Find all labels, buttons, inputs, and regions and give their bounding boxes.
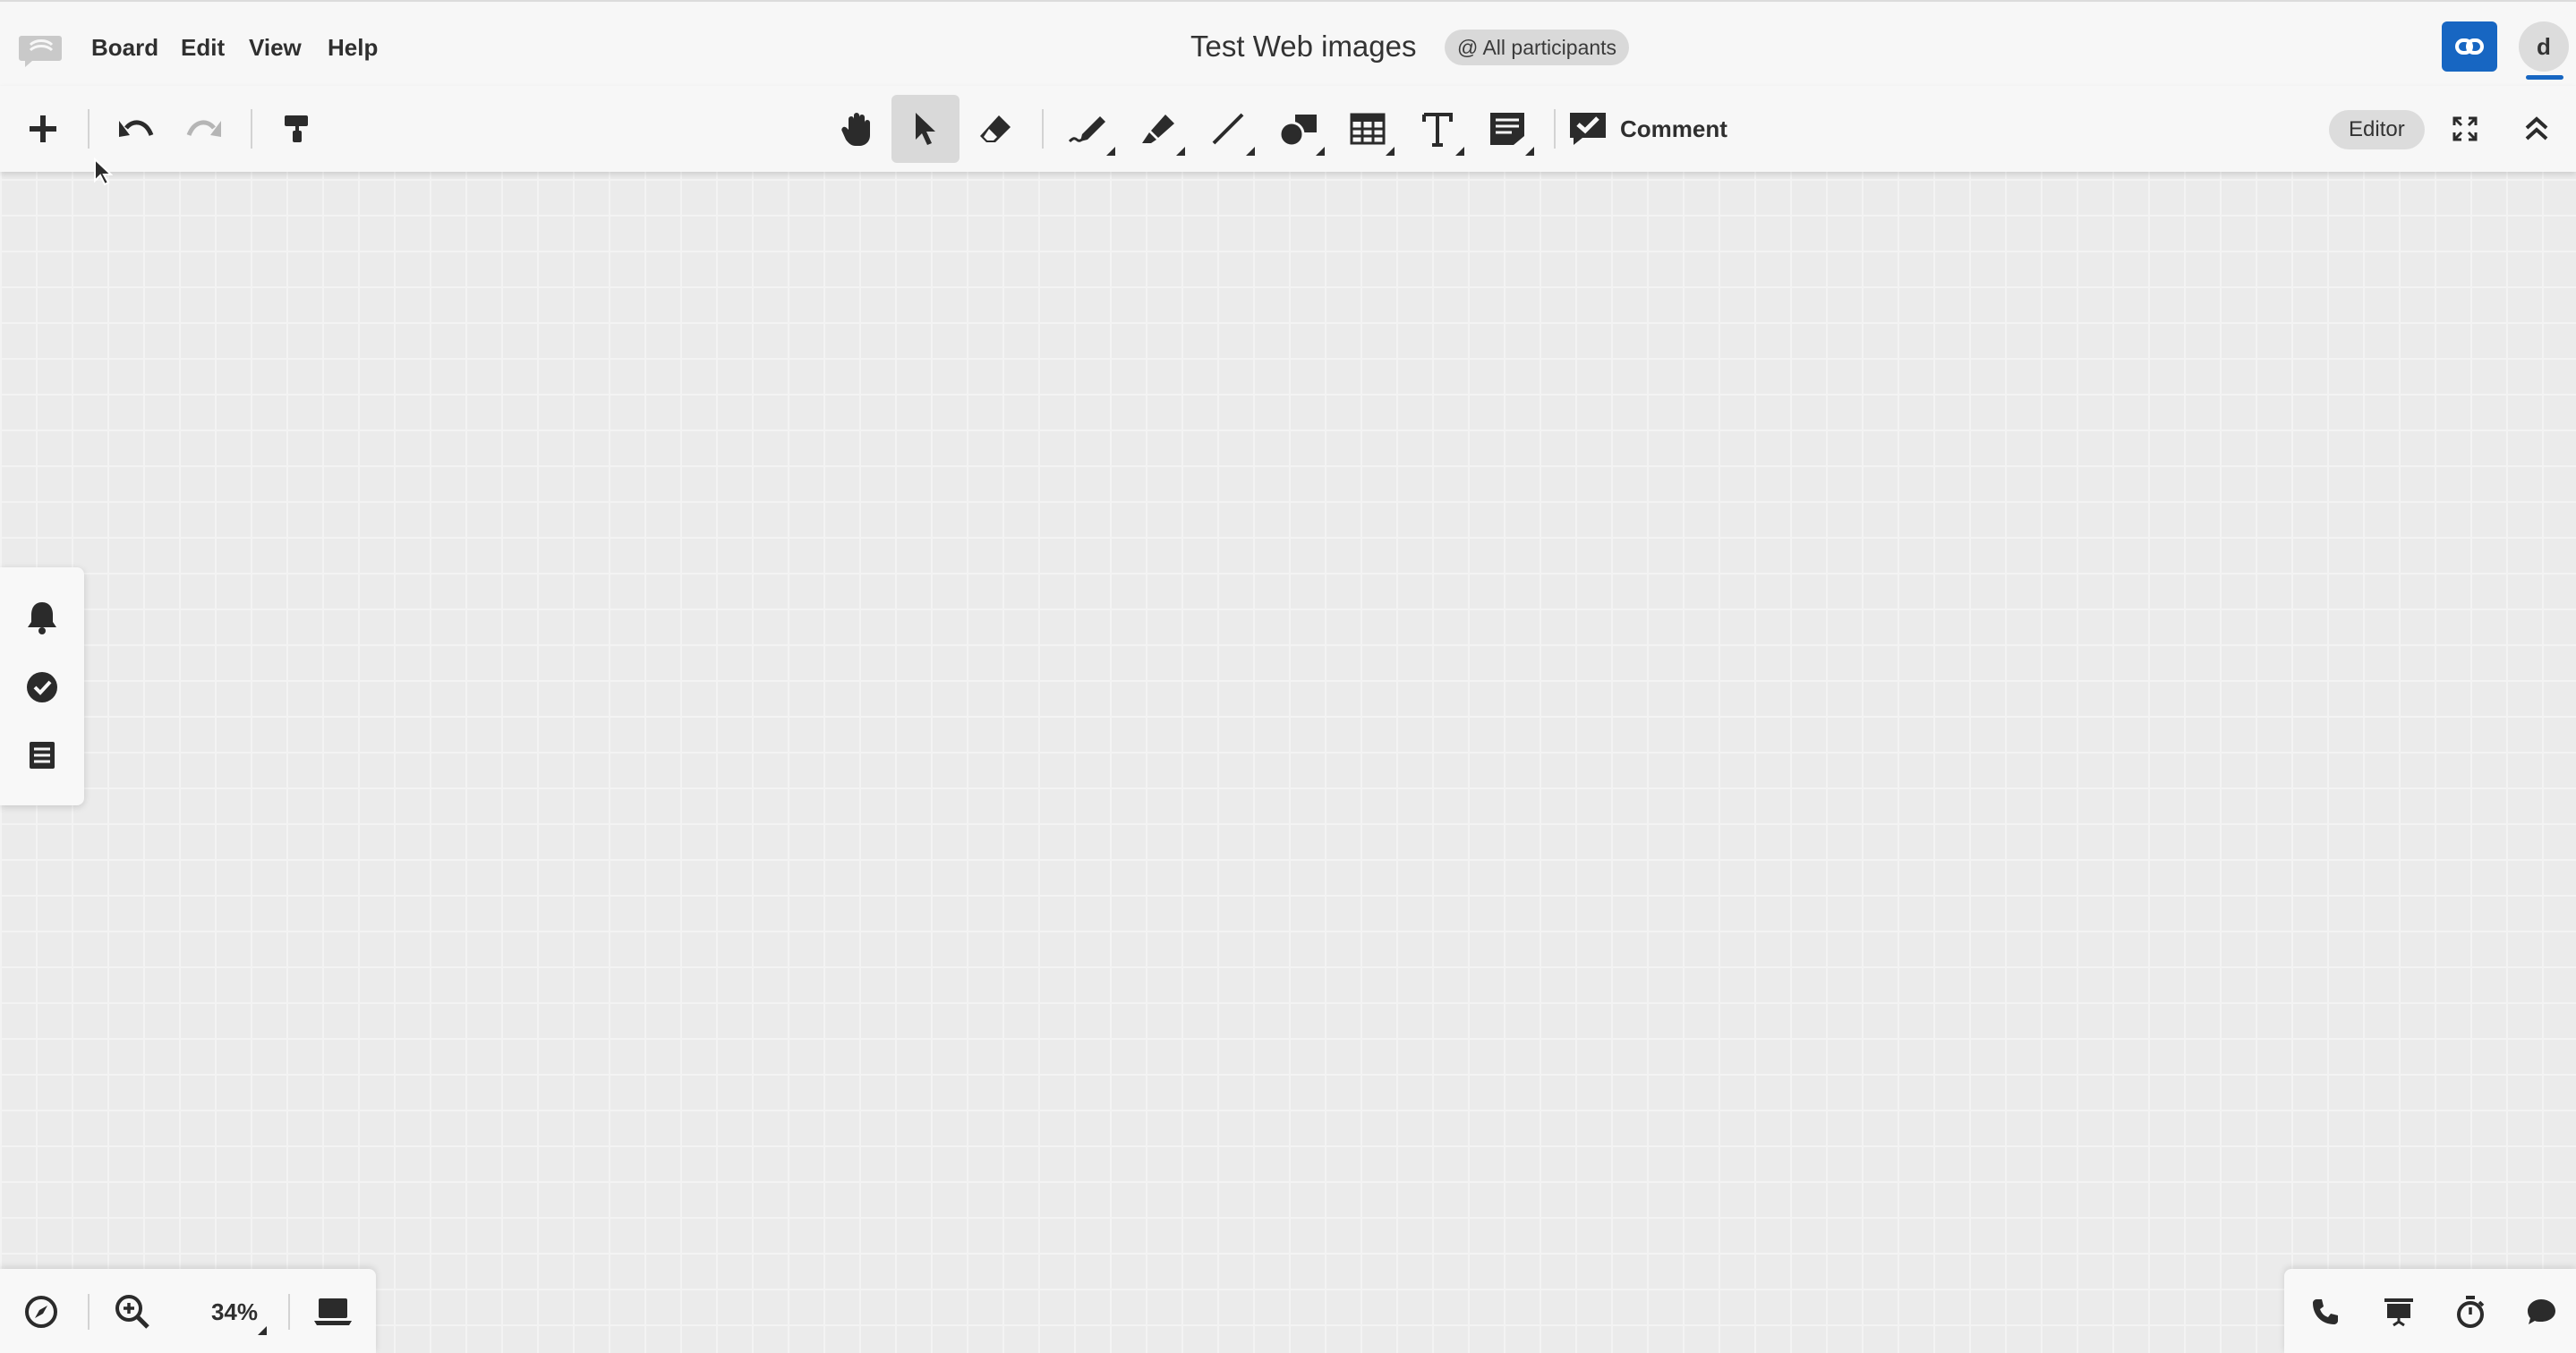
user-avatar[interactable]: d — [2519, 21, 2569, 72]
pen-tool-button[interactable] — [1054, 95, 1122, 163]
undo-icon — [119, 120, 154, 137]
present-device-button[interactable] — [304, 1283, 362, 1340]
table-icon — [1350, 113, 1386, 145]
mouse-cursor — [93, 157, 114, 191]
toolbar: Comment Editor — [0, 86, 2576, 172]
timer-icon — [2457, 1296, 2485, 1328]
call-button[interactable] — [2297, 1283, 2354, 1340]
comment-label: Comment — [1620, 115, 1727, 142]
line-tool-button[interactable] — [1194, 95, 1262, 163]
menubar: Board Edit View Help Test Web images @ A… — [0, 0, 2576, 86]
zoom-level-value: 34% — [210, 1298, 259, 1325]
add-icon — [30, 115, 56, 142]
chat-button[interactable] — [2513, 1283, 2571, 1340]
left-dock — [0, 567, 84, 805]
zoom-in-button[interactable] — [104, 1283, 161, 1340]
bell-icon — [28, 602, 56, 634]
board-title[interactable]: Test Web images — [1190, 29, 1417, 64]
menu-board[interactable]: Board — [91, 32, 158, 63]
whiteboard-canvas[interactable]: Board Edit View Help Test Web images @ A… — [0, 0, 2576, 1353]
bottom-separator — [288, 1294, 290, 1330]
redo-button[interactable] — [170, 95, 238, 163]
highlighter-icon — [1142, 115, 1174, 143]
dropdown-corner-icon — [1246, 147, 1255, 156]
list-icon — [30, 742, 55, 769]
dropdown-corner-icon — [1455, 147, 1464, 156]
sticky-note-icon — [1490, 113, 1524, 145]
format-painter-button[interactable] — [263, 95, 331, 163]
laptop-icon — [314, 1298, 352, 1325]
eraser-icon — [980, 115, 1011, 142]
menu-edit[interactable]: Edit — [181, 32, 225, 63]
collapse-icon — [2525, 116, 2548, 140]
share-link-button[interactable] — [2442, 21, 2497, 72]
dropdown-corner-icon — [1316, 147, 1325, 156]
text-icon — [1422, 113, 1453, 147]
presentation-icon — [2384, 1298, 2413, 1327]
pointer-tool-button[interactable] — [891, 95, 960, 163]
fullscreen-icon — [2452, 116, 2478, 141]
toolbar-separator — [251, 109, 252, 149]
eraser-tool-button[interactable] — [961, 95, 1029, 163]
role-chip[interactable]: Editor — [2329, 110, 2425, 149]
toolbar-separator — [1554, 109, 1556, 149]
toolbar-separator — [88, 109, 90, 149]
notifications-button[interactable] — [15, 591, 69, 644]
line-icon — [1212, 113, 1244, 145]
check-circle-icon — [27, 672, 57, 702]
pointer-icon — [916, 113, 935, 145]
participants-chip[interactable]: @ All participants — [1445, 30, 1630, 65]
dropdown-corner-icon — [1386, 147, 1395, 156]
shapes-icon — [1278, 115, 1317, 147]
dropdown-corner-icon — [1176, 147, 1185, 156]
bottom-separator — [88, 1294, 90, 1330]
phone-icon — [2313, 1299, 2338, 1324]
text-tool-button[interactable] — [1403, 95, 1471, 163]
format-painter-icon — [285, 115, 308, 142]
avatar-active-indicator — [2526, 75, 2563, 80]
undo-button[interactable] — [102, 95, 170, 163]
table-tool-button[interactable] — [1334, 95, 1402, 163]
dropdown-corner-icon — [258, 1326, 267, 1335]
comment-button[interactable]: Comment — [1568, 95, 1727, 163]
bottom-left-bar: 34% — [0, 1269, 376, 1353]
sticky-note-tool-button[interactable] — [1473, 95, 1541, 163]
link-icon — [2455, 38, 2484, 55]
compass-icon — [25, 1296, 57, 1328]
shapes-tool-button[interactable] — [1264, 95, 1332, 163]
toolbar-separator — [1042, 109, 1044, 149]
redo-icon — [186, 120, 221, 137]
navigator-button[interactable] — [13, 1283, 70, 1340]
timer-button[interactable] — [2442, 1283, 2499, 1340]
dropdown-corner-icon — [1525, 147, 1534, 156]
board-logo-icon[interactable] — [18, 32, 63, 68]
pen-icon — [1068, 116, 1105, 143]
menu-view[interactable]: View — [249, 32, 302, 63]
collapse-toolbar-button[interactable] — [2503, 95, 2571, 163]
chat-icon — [2528, 1299, 2555, 1324]
bottom-right-bar — [2284, 1269, 2576, 1353]
tasks-button[interactable] — [15, 660, 69, 714]
notes-list-button[interactable] — [15, 728, 69, 782]
fullscreen-button[interactable] — [2431, 95, 2499, 163]
presentation-button[interactable] — [2370, 1283, 2427, 1340]
hand-tool-button[interactable] — [823, 95, 891, 163]
highlighter-tool-button[interactable] — [1124, 95, 1192, 163]
zoom-level-dropdown[interactable]: 34% — [199, 1283, 270, 1340]
menu-help[interactable]: Help — [328, 32, 378, 63]
add-button[interactable] — [9, 95, 77, 163]
dropdown-corner-icon — [1106, 147, 1115, 156]
comment-check-icon — [1570, 113, 1606, 145]
zoom-in-icon — [115, 1295, 149, 1329]
hand-icon — [841, 113, 870, 146]
